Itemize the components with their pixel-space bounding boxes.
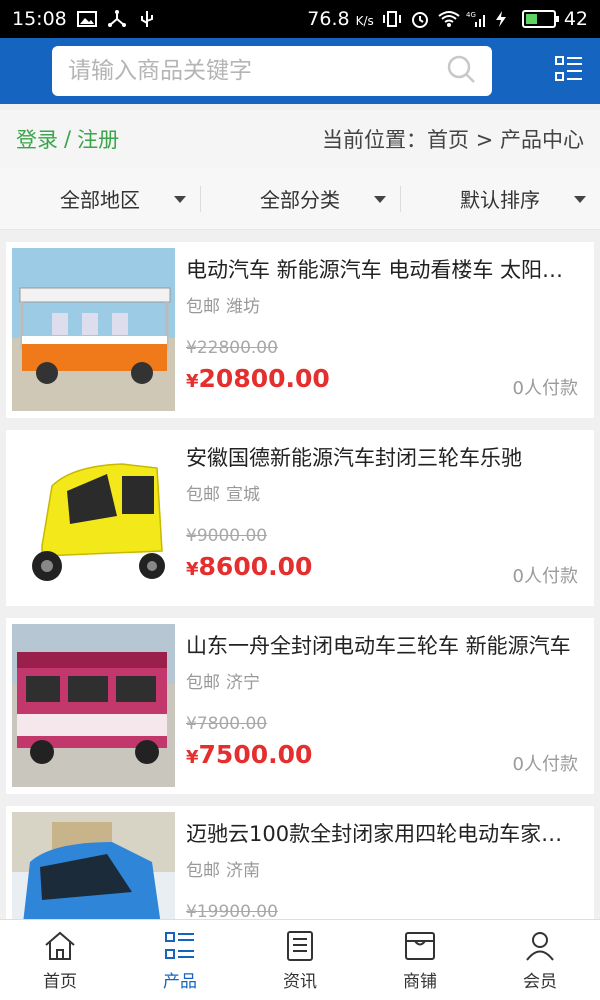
news-icon: [287, 930, 313, 961]
alarm-icon: [410, 10, 430, 28]
caret-down-icon: [174, 196, 186, 203]
current-price: ¥8600.00: [186, 552, 313, 581]
gallery-icon: [76, 10, 97, 28]
filter-sort[interactable]: 默认排序: [400, 168, 600, 229]
battery-icon: [521, 10, 559, 28]
bottom-nav: 首页 产品 资讯 商铺 会员: [0, 919, 600, 1000]
shipping-info: 包邮 潍坊: [186, 297, 260, 317]
usb-icon: [137, 10, 157, 28]
list-menu-icon: [554, 54, 584, 88]
shipping-info: 包邮 济宁: [186, 673, 260, 693]
product-title[interactable]: 山东一舟全封闭电动车三轮车 新能源汽车: [186, 630, 582, 660]
product-image-yellow-tricycle[interactable]: [12, 436, 175, 599]
tab-label: 会员: [523, 971, 557, 992]
product-card[interactable]: 电动汽车 新能源汽车 电动看楼车 太阳能电动车 包邮潍坊 ¥22800.00 ¥…: [6, 242, 594, 418]
tab-label: 首页: [43, 971, 77, 992]
tab-label: 资讯: [283, 971, 317, 992]
product-icon: [165, 931, 194, 959]
filter-category[interactable]: 全部分类: [200, 168, 400, 229]
product-image-pink-tricycle[interactable]: [12, 624, 175, 787]
payment-count: 0人付款: [512, 754, 578, 775]
search-box[interactable]: [52, 46, 492, 96]
product-card[interactable]: 安徽国德新能源汽车封闭三轮车乐驰 包邮 宣城 ¥9000.00 ¥8600.00 …: [6, 430, 594, 606]
auth-separator: /: [64, 127, 72, 151]
search-input[interactable]: [68, 58, 446, 84]
tab-home[interactable]: 首页: [0, 920, 120, 1000]
product-title[interactable]: 迈驰云100款全封闭家用四轮电动车家用代步: [186, 818, 582, 848]
tab-stores[interactable]: 商铺: [360, 920, 480, 1000]
status-bar: 15:08 76.8 K/s 4G 42: [0, 0, 600, 38]
vibrate-icon: [382, 10, 402, 28]
product-card[interactable]: 山东一舟全封闭电动车三轮车 新能源汽车 包邮 济宁 ¥7800.00 ¥7500.…: [6, 618, 594, 794]
wifi-icon: [438, 10, 460, 28]
product-image-blue-car[interactable]: [12, 812, 175, 919]
caret-down-icon: [574, 196, 586, 203]
member-icon: [526, 931, 554, 961]
location-bar: 登录 / 注册 当前位置：首页 > 产品中心: [0, 110, 600, 168]
search-icon[interactable]: [446, 54, 476, 88]
tab-label: 产品: [163, 971, 197, 992]
tab-news[interactable]: 资讯: [240, 920, 360, 1000]
header: [0, 38, 600, 104]
clock: 15:08: [12, 8, 67, 30]
caret-down-icon: [374, 196, 386, 203]
original-price: ¥22800.00: [186, 338, 278, 358]
login-link[interactable]: 登录: [16, 124, 58, 154]
product-title[interactable]: 电动汽车 新能源汽车 电动看楼车 太阳能电动车: [186, 254, 582, 284]
product-title[interactable]: 安徽国德新能源汽车封闭三轮车乐驰: [186, 442, 582, 472]
filter-label: 默认排序: [460, 188, 540, 212]
charging-icon: [494, 10, 514, 28]
shipping-info: 包邮 济南: [186, 861, 260, 881]
current-price: ¥7500.00: [186, 740, 313, 769]
payment-count: 0人付款: [512, 378, 578, 399]
store-icon: [405, 931, 435, 960]
filter-region[interactable]: 全部地区: [0, 168, 200, 229]
register-link[interactable]: 注册: [77, 124, 119, 154]
payment-count: 0人付款: [512, 566, 578, 587]
original-price: ¥19900.00: [186, 902, 278, 919]
home-icon: [45, 931, 75, 960]
category-menu-button[interactable]: [552, 54, 586, 88]
share-icon: [107, 10, 127, 28]
tab-member[interactable]: 会员: [480, 920, 600, 1000]
shipping-info: 包邮 宣城: [186, 485, 260, 505]
svg-text:4G: 4G: [466, 11, 476, 19]
signal-icon: 4G: [466, 10, 486, 28]
product-card[interactable]: 迈驰云100款全封闭家用四轮电动车家用代步 包邮 济南 ¥19900.00: [6, 806, 594, 919]
network-speed: 76.8 K/s: [307, 8, 374, 30]
product-list[interactable]: 电动汽车 新能源汽车 电动看楼车 太阳能电动车 包邮潍坊 ¥22800.00 ¥…: [0, 236, 600, 919]
product-image-orange-tour-bus[interactable]: [12, 248, 175, 411]
filter-bar: 全部地区 全部分类 默认排序: [0, 168, 600, 230]
original-price: ¥9000.00: [186, 526, 268, 546]
breadcrumb: 当前位置：首页 > 产品中心: [322, 128, 584, 152]
current-price: ¥20800.00: [186, 364, 330, 393]
filter-label: 全部地区: [60, 188, 140, 212]
battery-percent: 42: [563, 8, 588, 30]
original-price: ¥7800.00: [186, 714, 268, 734]
tab-label: 商铺: [403, 971, 437, 992]
tab-products[interactable]: 产品: [120, 920, 240, 1000]
filter-label: 全部分类: [260, 188, 340, 212]
